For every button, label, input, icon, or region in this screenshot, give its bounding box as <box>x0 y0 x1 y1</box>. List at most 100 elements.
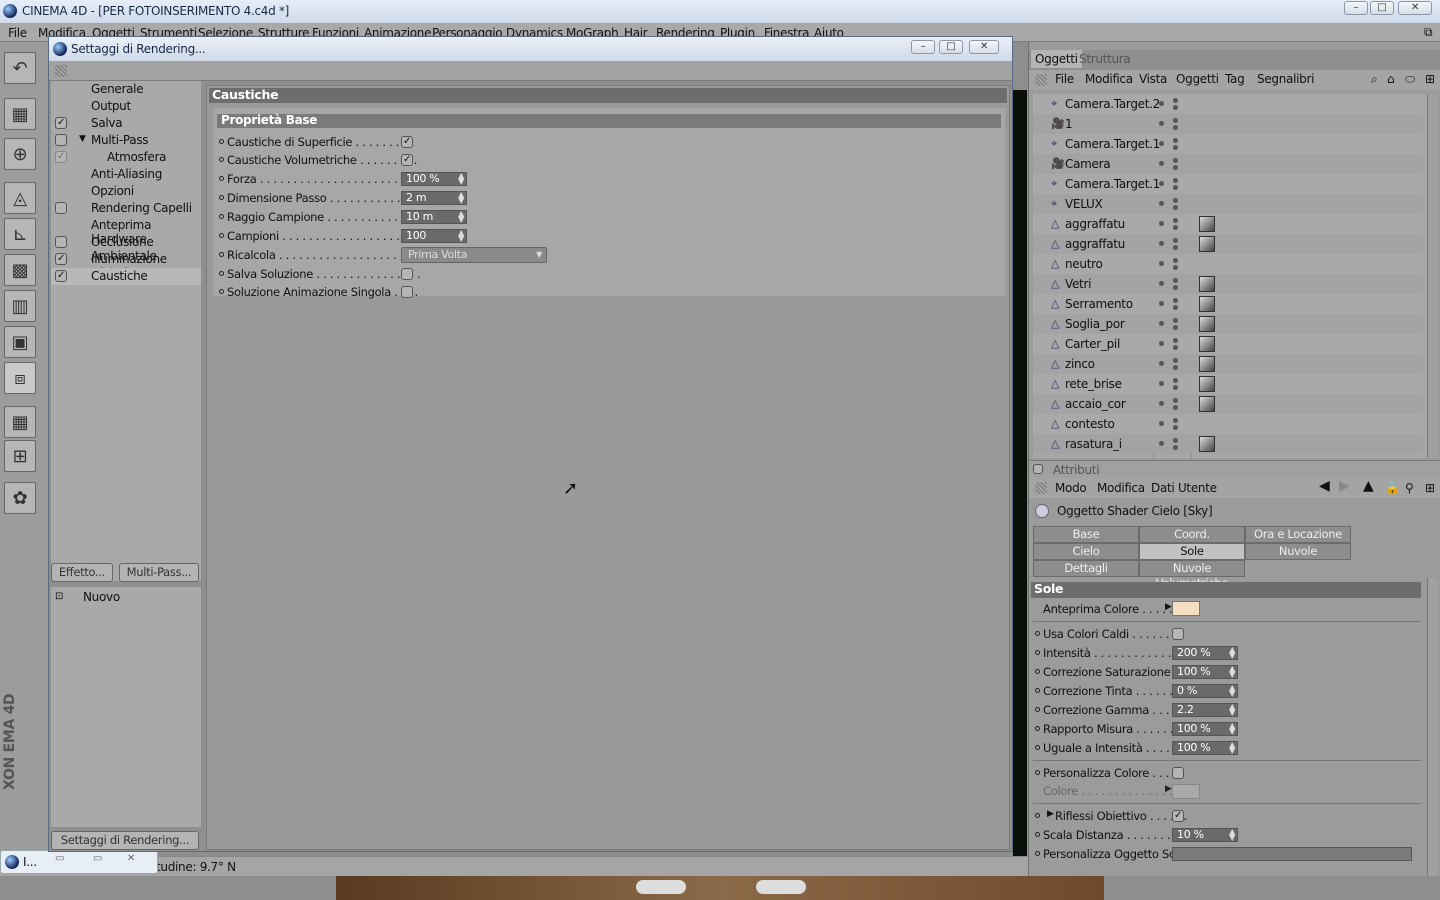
settings-item-antialiasing[interactable]: Anti-Aliasing <box>51 166 201 183</box>
editor-dot-icon[interactable] <box>1173 245 1178 250</box>
workplane-icon[interactable]: ⊞ <box>4 440 36 472</box>
search-icon[interactable]: ⌕ <box>1371 72 1378 87</box>
animate-dot-icon[interactable] <box>219 289 224 294</box>
render-dot-icon[interactable] <box>1173 398 1178 403</box>
texture-tag-icon[interactable] <box>1199 356 1215 372</box>
preset-nuovo[interactable]: Nuovo <box>83 590 120 604</box>
object-row[interactable]: △ accaio_cor <box>1033 394 1423 414</box>
task-close-icon[interactable]: ✕ <box>127 853 135 864</box>
editor-dot-icon[interactable] <box>1173 425 1178 430</box>
dimensione-passo-input[interactable]: 2 m ▲ ▼ <box>401 191 467 205</box>
editor-dot-icon[interactable] <box>1173 285 1178 290</box>
texture-tag-icon[interactable] <box>1199 216 1215 232</box>
animation-mode-icon[interactable]: ✿ <box>4 482 36 514</box>
animate-dot-icon[interactable] <box>1035 726 1040 731</box>
object-row[interactable]: △ neutro <box>1033 254 1423 274</box>
edges-tool-icon[interactable]: ▥ <box>4 290 36 322</box>
attr-menu-modo[interactable]: Modo <box>1055 481 1087 495</box>
animate-dot-icon[interactable] <box>1035 832 1040 837</box>
attributes-toggle[interactable] <box>1033 464 1043 474</box>
editor-dot-icon[interactable] <box>1173 165 1178 170</box>
settings-item-illuminazione[interactable]: ✓Illuminazione Globale <box>51 251 201 280</box>
object-row[interactable]: ⌖ VELUX <box>1033 194 1423 214</box>
close-button[interactable]: ✕ <box>1398 1 1432 15</box>
animate-dot-icon[interactable] <box>1035 707 1040 712</box>
multipass-checkbox[interactable] <box>55 134 67 146</box>
visibility-dot-icon[interactable] <box>1159 401 1164 406</box>
expand-arrow-icon[interactable]: ▶ <box>1047 809 1054 819</box>
forward-arrow-icon[interactable]: ▶ <box>1339 478 1350 494</box>
editor-dot-icon[interactable] <box>1173 325 1178 330</box>
settings-item-atmosfera[interactable]: ✓ Atmosfera <box>51 149 201 166</box>
salva-checkbox[interactable]: ✓ <box>55 117 67 129</box>
intensita-input[interactable]: 200 % ▲ ▼ <box>1172 646 1238 660</box>
undo-icon[interactable]: ↶ <box>4 52 36 84</box>
multipass-button[interactable]: Multi-Pass... <box>119 563 199 582</box>
salva-soluzione-checkbox[interactable] <box>401 268 413 280</box>
render-dot-icon[interactable] <box>1173 258 1178 263</box>
editor-dot-icon[interactable] <box>1173 365 1178 370</box>
visibility-dot-icon[interactable] <box>1159 121 1164 126</box>
render-dot-icon[interactable] <box>1173 418 1178 423</box>
task-max-icon[interactable]: ▭ <box>93 853 102 864</box>
visibility-dot-icon[interactable] <box>1159 101 1164 106</box>
render-dot-icon[interactable] <box>1173 238 1178 243</box>
polygons-tool-icon[interactable]: ▣ <box>4 326 36 358</box>
tab-dettagli[interactable]: Dettagli <box>1033 560 1139 577</box>
caustiche-volumetriche-checkbox[interactable]: ✓ <box>401 154 413 166</box>
tab-struttura[interactable]: Struttura <box>1075 50 1134 68</box>
obj-menu-vista[interactable]: Vista <box>1139 72 1167 86</box>
settings-item-caustiche[interactable]: ✓ Caustiche <box>51 268 201 285</box>
render-dot-icon[interactable] <box>1173 298 1178 303</box>
editor-dot-icon[interactable] <box>1173 225 1178 230</box>
grip-icon[interactable] <box>1035 482 1047 494</box>
tab-coord[interactable]: Coord. <box>1139 526 1245 543</box>
render-dot-icon[interactable] <box>1173 138 1178 143</box>
expand-arrow-icon[interactable]: ▼ <box>79 134 86 144</box>
object-row[interactable]: △ Carter_pil <box>1033 334 1423 354</box>
render-dot-icon[interactable] <box>1173 218 1178 223</box>
object-row[interactable]: △ zinco <box>1033 354 1423 374</box>
layout-icon[interactable]: ⧉ <box>1424 25 1433 40</box>
object-list-scrollbar[interactable] <box>1427 94 1437 458</box>
obj-menu-file[interactable]: File <box>1055 72 1074 86</box>
correzione-gamma-input[interactable]: 2.2 ▲ ▼ <box>1172 703 1238 717</box>
correzione-saturazione-input[interactable]: 100 % ▲ ▼ <box>1172 665 1238 679</box>
visibility-dot-icon[interactable] <box>1159 341 1164 346</box>
texture-mode-icon[interactable]: ▦ <box>4 406 36 438</box>
settings-item-occlusione[interactable]: Occlusione Ambientale <box>51 234 201 263</box>
dialog-minimize-button[interactable]: – <box>911 40 935 54</box>
task-min-icon[interactable]: ▭ <box>55 853 64 864</box>
ricalcola-dropdown[interactable]: Prima Volta ▼ <box>401 247 547 263</box>
visibility-dot-icon[interactable] <box>1159 161 1164 166</box>
animate-dot-icon[interactable] <box>1035 631 1040 636</box>
campioni-input[interactable]: 100 ▲ ▼ <box>401 229 467 243</box>
object-row[interactable]: ⌖ Camera.Target.2 <box>1033 94 1423 114</box>
editor-dot-icon[interactable] <box>1173 405 1178 410</box>
obj-menu-segnalibri[interactable]: Segnalibri <box>1257 72 1314 86</box>
caustiche-superficie-checkbox[interactable]: ✓ <box>401 136 413 148</box>
up-arrow-icon[interactable]: ▲ <box>1363 478 1374 494</box>
caustiche-checkbox[interactable]: ✓ <box>55 270 67 282</box>
animate-dot-icon[interactable] <box>219 252 224 257</box>
render-dot-icon[interactable] <box>1173 378 1178 383</box>
back-arrow-icon[interactable]: ◀ <box>1319 478 1330 494</box>
new-window-icon[interactable]: ⊞ <box>1425 481 1435 495</box>
object-mode-icon[interactable]: ⧈ <box>4 362 36 394</box>
occlusione-checkbox[interactable] <box>55 236 67 248</box>
correzione-tinta-input[interactable]: 0 % ▲ ▼ <box>1172 684 1238 698</box>
animate-dot-icon[interactable] <box>1035 851 1040 856</box>
editor-dot-icon[interactable] <box>1173 145 1178 150</box>
obj-menu-oggetti[interactable]: Oggetti <box>1176 72 1219 86</box>
render-dot-icon[interactable] <box>1173 98 1178 103</box>
animate-dot-icon[interactable] <box>1035 745 1040 750</box>
layer-icon[interactable]: ⬭ <box>1405 72 1415 87</box>
editor-dot-icon[interactable] <box>1173 105 1178 110</box>
texture-tag-icon[interactable] <box>1199 376 1215 392</box>
view-layout-icon[interactable]: ▦ <box>4 98 36 130</box>
render-dot-icon[interactable] <box>1173 278 1178 283</box>
riflessi-obiettivo-checkbox[interactable]: ✓ <box>1172 810 1184 822</box>
color-swatch[interactable] <box>1172 784 1200 799</box>
animate-dot-icon[interactable] <box>219 233 224 238</box>
tab-nuvole-volumetriche[interactable]: Nuvole Volumetriche <box>1139 560 1245 590</box>
